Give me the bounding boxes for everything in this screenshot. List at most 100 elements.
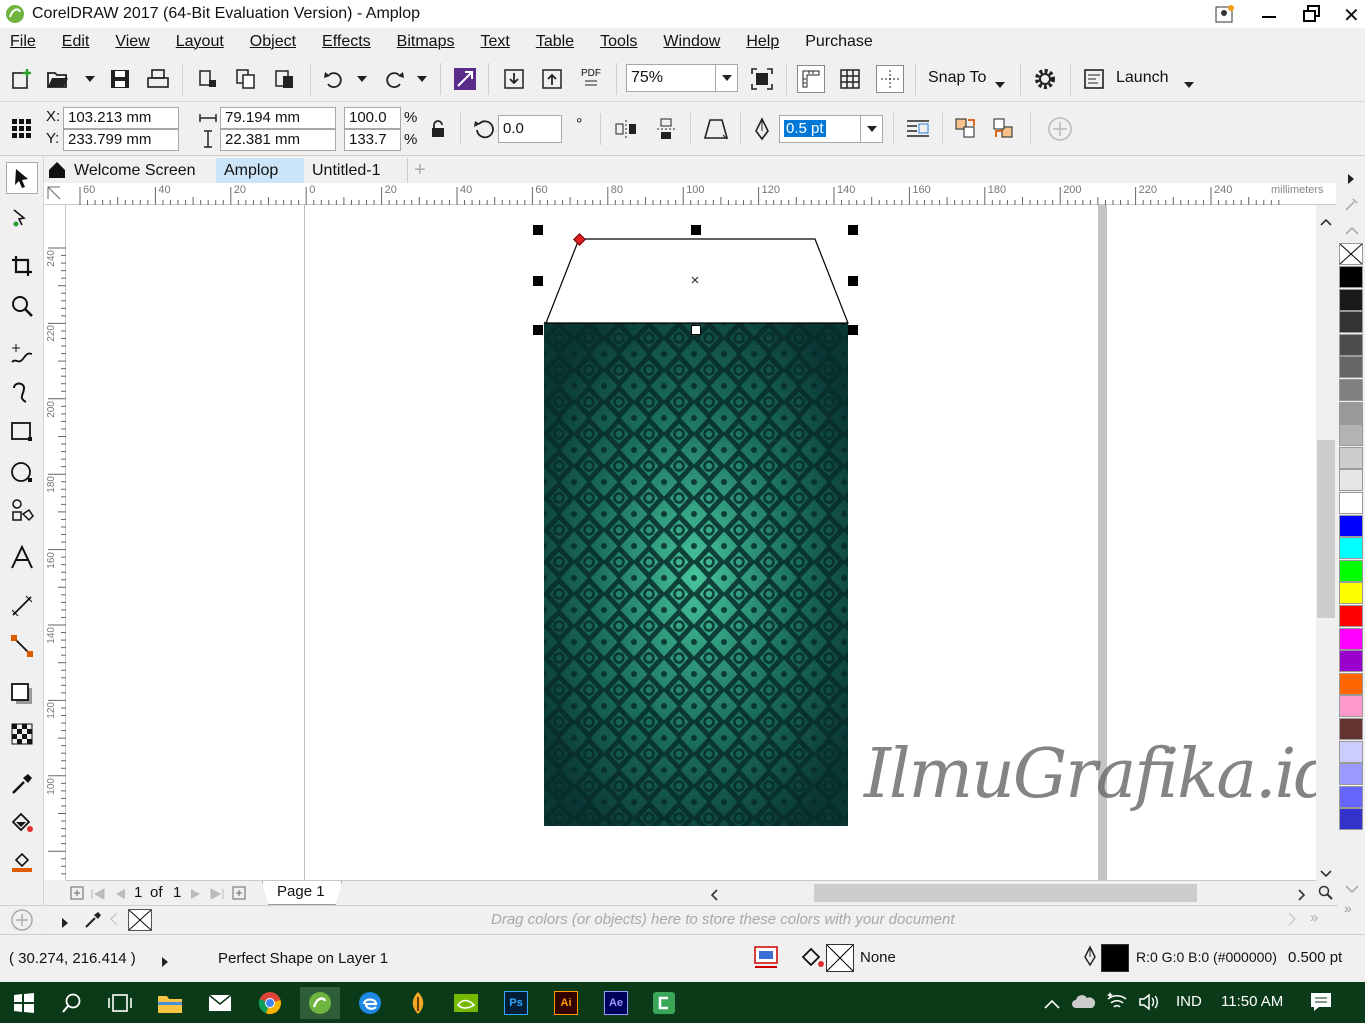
color-swatch[interactable] <box>1339 627 1363 650</box>
color-swatch[interactable] <box>1339 514 1363 537</box>
palette-expand-icon[interactable]: » <box>1344 900 1352 916</box>
outline-pen-status-icon[interactable] <box>1083 945 1097 975</box>
tab-amplop[interactable]: Amplop <box>216 158 304 183</box>
mirror-vertical-icon[interactable] <box>652 115 680 143</box>
doc-palette-menu-icon[interactable] <box>62 915 68 932</box>
selection-handle[interactable] <box>691 325 701 335</box>
search-icon[interactable] <box>52 987 92 1019</box>
menu-table[interactable]: Table <box>536 33 574 51</box>
selection-handle[interactable] <box>533 325 543 335</box>
color-swatch[interactable] <box>1339 785 1363 808</box>
palette-eyedropper-icon[interactable] <box>1344 196 1360 216</box>
undo-icon[interactable] <box>320 65 348 93</box>
add-page-before-icon[interactable] <box>70 886 84 904</box>
color-swatch[interactable] <box>1339 333 1363 356</box>
paste-icon[interactable] <box>270 65 298 93</box>
trapezoid-shape-icon[interactable] <box>702 115 730 143</box>
eyedropper-tool-icon[interactable] <box>6 768 38 800</box>
horizontal-scroll-thumb[interactable] <box>814 884 1197 902</box>
import-icon[interactable] <box>500 65 528 93</box>
color-swatch[interactable] <box>1339 605 1363 627</box>
show-rulers-icon[interactable] <box>797 65 825 93</box>
envelope-body-pattern[interactable] <box>544 322 848 826</box>
fill-bucket-icon[interactable] <box>800 945 826 975</box>
chrome-icon[interactable] <box>250 987 290 1019</box>
polygon-tool-icon[interactable] <box>6 494 38 526</box>
mail-icon[interactable] <box>200 987 240 1019</box>
selection-handle[interactable] <box>848 276 858 286</box>
color-swatch[interactable] <box>1339 311 1363 334</box>
export-icon[interactable] <box>538 65 566 93</box>
outline-color-swatch[interactable] <box>1101 944 1129 972</box>
x-position-field[interactable]: 103.213 mm <box>63 107 179 129</box>
nvidia-icon[interactable] <box>446 987 486 1019</box>
first-page-icon[interactable] <box>91 887 105 904</box>
palette-scroll-up-icon[interactable] <box>1347 172 1355 189</box>
vertical-scroll-thumb[interactable] <box>1317 440 1335 618</box>
lock-ratio-icon[interactable] <box>424 115 452 143</box>
to-back-icon[interactable] <box>990 115 1018 143</box>
no-color-swatch[interactable] <box>1339 243 1363 265</box>
color-proof-icon[interactable] <box>754 945 778 973</box>
menu-edit[interactable]: Edit <box>62 33 90 51</box>
vertical-scrollbar[interactable] <box>1316 205 1336 880</box>
menu-text[interactable]: Text <box>480 33 509 51</box>
illustrator-icon[interactable]: Ai <box>546 987 586 1019</box>
cut-icon[interactable] <box>194 65 222 93</box>
selection-handle[interactable] <box>533 276 543 286</box>
launch-icon[interactable] <box>1080 65 1108 93</box>
envelope-flap-shape[interactable] <box>538 225 854 335</box>
drawing-canvas[interactable]: IlmuGrafika.id <box>66 205 1316 880</box>
file-explorer-icon[interactable] <box>150 987 190 1019</box>
color-swatch[interactable] <box>1339 808 1363 831</box>
redo-dropdown-icon[interactable] <box>408 65 436 93</box>
search-content-icon[interactable] <box>451 65 479 93</box>
menu-file[interactable]: File <box>10 33 36 51</box>
add-page-after-icon[interactable] <box>232 886 246 904</box>
open-folder-icon[interactable] <box>44 65 72 93</box>
snap-to-button[interactable]: Snap To <box>928 69 986 87</box>
transparency-tool-icon[interactable] <box>6 718 38 750</box>
outline-width-dropdown-icon[interactable] <box>861 115 883 143</box>
print-icon[interactable] <box>144 65 172 93</box>
shape-tool-icon[interactable] <box>6 202 38 234</box>
page-1-tab[interactable]: Page 1 <box>262 881 342 905</box>
tray-show-hidden-icon[interactable] <box>1044 996 1060 1013</box>
outline-pen-icon[interactable] <box>748 115 776 143</box>
last-page-icon[interactable] <box>210 887 224 904</box>
palette-chevron-up-icon[interactable] <box>1345 222 1359 239</box>
ellipse-tool-icon[interactable] <box>6 456 38 488</box>
scale-x-field[interactable]: 100.0 <box>344 107 401 129</box>
menu-object[interactable]: Object <box>250 33 296 51</box>
interactive-fill-tool-icon[interactable] <box>6 806 38 838</box>
mirror-horizontal-icon[interactable] <box>612 115 640 143</box>
selection-handle[interactable] <box>848 225 858 235</box>
color-swatch[interactable] <box>1339 424 1363 447</box>
clock[interactable]: 11:50 AM <box>1221 993 1283 1010</box>
status-expand-icon[interactable] <box>162 954 168 971</box>
color-swatch[interactable] <box>1339 288 1363 311</box>
full-screen-preview-icon[interactable] <box>748 65 776 93</box>
width-field[interactable]: 79.194 mm <box>220 107 336 129</box>
color-swatch[interactable] <box>1339 763 1363 786</box>
menu-purchase[interactable]: Purchase <box>805 33 873 51</box>
smart-fill-tool-icon[interactable] <box>6 846 38 878</box>
ruler-origin-icon[interactable] <box>47 186 61 204</box>
close-icon[interactable]: ✕ <box>1343 3 1360 28</box>
reference-point-icon[interactable] <box>8 115 36 143</box>
new-tab-icon[interactable]: + <box>414 159 426 182</box>
minimize-icon[interactable] <box>1262 16 1276 18</box>
color-swatch[interactable] <box>1339 672 1363 695</box>
task-view-icon[interactable] <box>100 987 140 1019</box>
menu-view[interactable]: View <box>115 33 149 51</box>
user-account-icon[interactable] <box>1214 4 1236 24</box>
freehand-tool-icon[interactable] <box>6 338 38 370</box>
menu-help[interactable]: Help <box>746 33 779 51</box>
color-swatch[interactable] <box>1339 537 1363 560</box>
selection-handle[interactable] <box>848 325 858 335</box>
redo-icon[interactable] <box>380 65 408 93</box>
y-position-field[interactable]: 233.799 mm <box>63 129 179 151</box>
launch-button[interactable]: Launch <box>1116 69 1169 87</box>
color-swatch[interactable] <box>1339 356 1363 379</box>
zoom-dropdown-icon[interactable] <box>716 64 738 92</box>
